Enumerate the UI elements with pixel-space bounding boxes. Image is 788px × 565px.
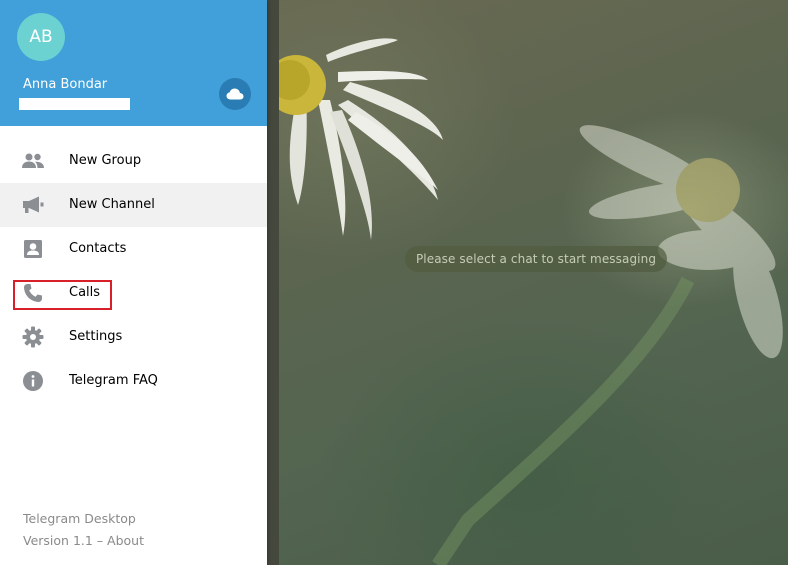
menu-item-label: New Channel [69,197,155,212]
user-name: Anna Bondar [23,77,108,92]
footer-version-about-link[interactable]: Version 1.1 – About [23,533,144,548]
saved-messages-button[interactable] [219,78,251,110]
sidebar-edge-divider [267,0,279,565]
telegram-window: Please select a chat to start messaging … [0,0,788,565]
megaphone-icon [21,194,45,216]
info-icon [21,370,45,392]
phone-icon [21,282,45,304]
menu-item-label: Calls [69,285,101,300]
menu-item-label: New Group [69,153,142,168]
menu-item-settings[interactable]: Settings [0,315,267,359]
menu-item-telegram-faq[interactable]: Telegram FAQ [0,359,267,403]
menu-item-new-group[interactable]: New Group [0,139,267,183]
menu-item-label: Telegram FAQ [69,373,158,388]
group-icon [21,150,45,172]
contact-card-icon [21,238,45,260]
empty-chat-message: Please select a chat to start messaging [405,246,667,272]
chat-background [268,0,788,565]
main-menu-panel: AB Anna Bondar New Group New Channel Con… [0,0,267,565]
footer-app-name: Telegram Desktop [23,511,136,526]
menu-header: AB Anna Bondar [0,0,267,126]
menu-list: New Group New Channel Contacts Calls Set… [0,139,267,403]
menu-item-contacts[interactable]: Contacts [0,227,267,271]
menu-item-new-channel[interactable]: New Channel [0,183,267,227]
menu-item-label: Settings [69,329,123,344]
cloud-icon [226,88,244,100]
menu-item-label: Contacts [69,241,127,256]
user-avatar[interactable]: AB [17,13,65,61]
gear-icon [21,326,45,348]
menu-item-calls[interactable]: Calls [0,271,267,315]
user-phone-redacted [19,98,130,110]
daisy-wallpaper [268,38,783,565]
